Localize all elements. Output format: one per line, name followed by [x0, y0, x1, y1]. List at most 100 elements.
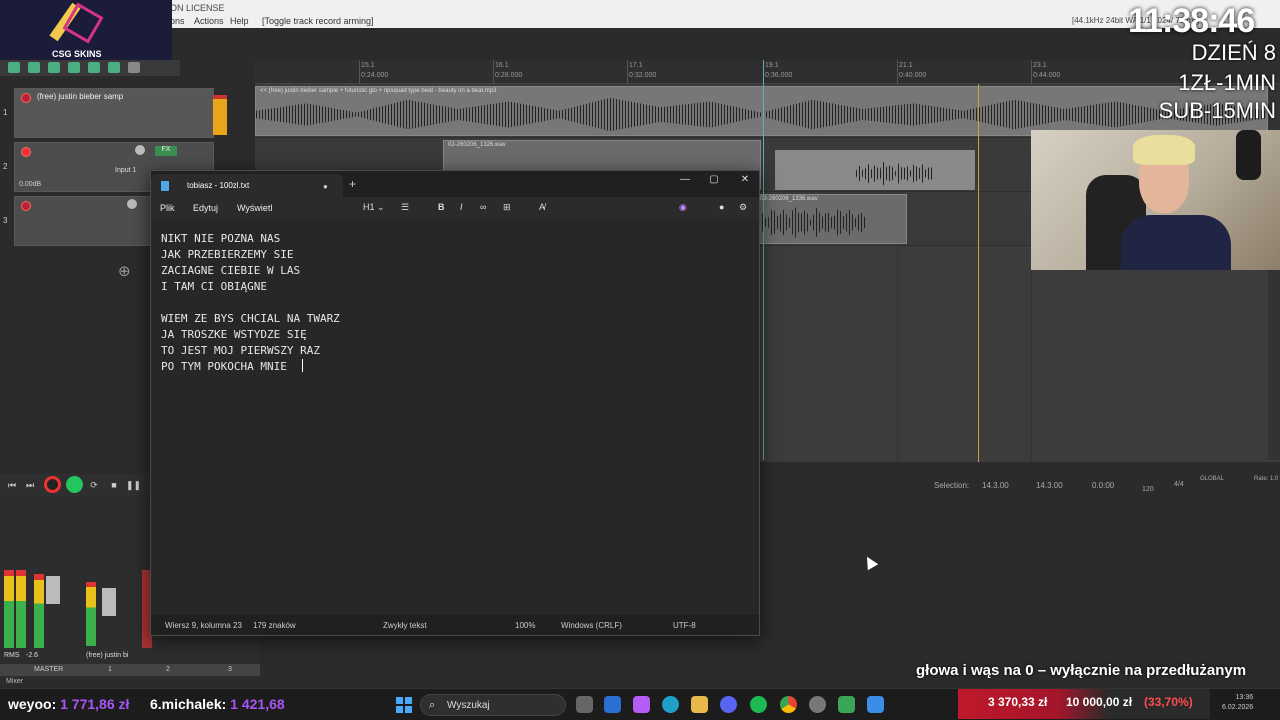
record-arm-button[interactable]: [21, 201, 31, 211]
account-icon[interactable]: ●: [719, 202, 724, 212]
edge-icon[interactable]: [662, 696, 679, 713]
ruler-bar: 17.1: [629, 62, 643, 69]
stop-icon[interactable]: ■: [108, 479, 120, 491]
menu-edit[interactable]: Edytuj: [193, 203, 218, 213]
tool-icon[interactable]: [88, 62, 100, 73]
menu-ons[interactable]: ons: [170, 16, 185, 26]
audio-item[interactable]: 03-260206_1336.wav: [755, 194, 907, 244]
tool-icon[interactable]: [28, 62, 40, 73]
menu-help[interactable]: Help: [230, 16, 249, 26]
taskbar-search[interactable]: ⌕ Wyszukaj: [420, 694, 566, 716]
pause-icon[interactable]: ❚❚: [126, 479, 141, 491]
audio-item[interactable]: [775, 150, 975, 190]
app-icon[interactable]: [838, 696, 855, 713]
fx-button[interactable]: FX: [155, 146, 177, 156]
italic-icon[interactable]: I: [460, 202, 463, 212]
zoom-level[interactable]: 100%: [515, 621, 535, 630]
global-label[interactable]: GLOBAL: [1200, 476, 1224, 482]
notepad-tab[interactable]: tobiasz - 100zl.txt ●: [151, 174, 343, 197]
mixer-label[interactable]: Mixer: [6, 678, 23, 685]
bold-icon[interactable]: B: [438, 202, 445, 212]
track-meter: [86, 582, 96, 646]
line-ending[interactable]: Windows (CRLF): [561, 621, 622, 630]
tool-icon[interactable]: [8, 62, 20, 73]
volume-knob[interactable]: [127, 199, 137, 209]
timeline-ruler[interactable]: 15.1 0:24.000 16.1 0:28.000 17.1 0:32.00…: [255, 60, 1280, 84]
donor-1: weyoo: 1 771,86 zł: [8, 696, 129, 712]
notepad-taskbar-icon[interactable]: [867, 696, 884, 713]
item-label: << (free) justin bieber sample + futuris…: [260, 88, 497, 94]
menu-actions[interactable]: Actions: [194, 16, 224, 26]
play-button[interactable]: [66, 476, 83, 493]
rate-label[interactable]: Rate: 1.0: [1254, 476, 1278, 482]
explorer-icon[interactable]: [691, 696, 708, 713]
maximize-icon[interactable]: ▢: [704, 174, 724, 185]
format-label[interactable]: Zwykły tekst: [383, 621, 427, 630]
rms-label: RMS: [4, 652, 20, 659]
track-header-1[interactable]: (free) justin bieber samp: [14, 88, 227, 138]
master-fader[interactable]: [46, 576, 60, 604]
list-icon[interactable]: ☰: [401, 202, 409, 213]
notepad-editor[interactable]: NIKT NIE POZNA NAS JAK PRZEBIERZEMY SIE …: [151, 219, 759, 615]
notepad-titlebar[interactable]: tobiasz - 100zl.txt ● + — ▢ ✕: [151, 171, 759, 197]
cursor-position: Wiersz 9, kolumna 23: [165, 621, 242, 630]
copilot-icon[interactable]: ◉: [679, 202, 687, 213]
encoding[interactable]: UTF-8: [673, 621, 696, 630]
search-placeholder: Wyszukaj: [447, 700, 490, 711]
go-start-icon[interactable]: ⏮: [6, 479, 18, 491]
windows-start-icon[interactable]: [396, 697, 412, 713]
unsaved-dot-icon[interactable]: ●: [323, 182, 328, 191]
record-arm-button[interactable]: [21, 93, 31, 103]
spotify-icon[interactable]: [750, 696, 767, 713]
go-end-icon[interactable]: ⏭: [24, 479, 36, 491]
chrome-icon[interactable]: [780, 696, 797, 713]
mixer-track-label: (free) justin bi: [86, 652, 129, 659]
selection-start[interactable]: 14.3.00: [982, 481, 1009, 490]
new-tab-button[interactable]: +: [349, 177, 356, 191]
record-arm-button[interactable]: [21, 147, 31, 157]
tool-icon[interactable]: [48, 62, 60, 73]
volume-knob[interactable]: [135, 145, 145, 155]
discord-icon[interactable]: [720, 696, 737, 713]
table-icon[interactable]: ⊞: [503, 202, 511, 213]
settings-gear-icon[interactable]: ⚙: [739, 202, 747, 213]
ruler-time: 0:24.000: [361, 72, 389, 79]
loop-icon[interactable]: ⟳: [88, 479, 100, 491]
track-fader[interactable]: [102, 588, 116, 616]
chevron-down-icon[interactable]: ⌄: [377, 202, 385, 213]
mixer-master-label[interactable]: MASTER: [34, 666, 63, 673]
minimize-icon[interactable]: —: [675, 174, 695, 185]
bpm[interactable]: 120: [1142, 486, 1154, 493]
store-icon[interactable]: [604, 696, 621, 713]
mixer-tab[interactable]: 1: [108, 666, 112, 673]
notepad-text[interactable]: NIKT NIE POZNA NAS JAK PRZEBIERZEMY SIE …: [161, 232, 340, 373]
tool-icon[interactable]: [68, 62, 80, 73]
selection-length[interactable]: 0.0:00: [1092, 481, 1114, 490]
tool-icon[interactable]: [108, 62, 120, 73]
menu-file[interactable]: Plik: [160, 203, 175, 213]
clear-format-icon[interactable]: A̸: [539, 202, 545, 212]
menu-view[interactable]: Wyświetl: [237, 203, 272, 213]
track-name[interactable]: (free) justin bieber samp: [37, 92, 123, 101]
close-icon[interactable]: ✕: [735, 174, 755, 185]
record-button[interactable]: [44, 476, 61, 493]
goal-current: 3 370,33 zł: [988, 695, 1048, 709]
menu-toggle-record[interactable]: [Toggle track record arming]: [262, 16, 374, 26]
mixer-tab[interactable]: 2: [166, 666, 170, 673]
mouse-cursor-icon: [861, 553, 879, 571]
link-icon[interactable]: ∞: [480, 202, 486, 212]
lock-icon[interactable]: [128, 62, 140, 73]
time-signature[interactable]: 4/4: [1174, 481, 1184, 488]
selection-end[interactable]: 14.3.00: [1036, 481, 1063, 490]
mixer-tab[interactable]: 3: [228, 666, 232, 673]
system-clock[interactable]: 13:36 6.02.2026: [1222, 693, 1253, 713]
heading-dropdown[interactable]: H1: [363, 202, 375, 212]
goal-target: 10 000,00 zł: [1066, 695, 1133, 709]
audio-item[interactable]: << (free) justin bieber sample + futuris…: [255, 86, 1268, 136]
steam-icon[interactable]: [809, 696, 826, 713]
edit-cursor[interactable]: [763, 60, 764, 460]
add-track-icon[interactable]: ⊕: [118, 262, 131, 280]
copilot-icon[interactable]: [633, 696, 650, 713]
task-view-icon[interactable]: [576, 696, 593, 713]
input-label[interactable]: Input 1: [115, 167, 136, 174]
